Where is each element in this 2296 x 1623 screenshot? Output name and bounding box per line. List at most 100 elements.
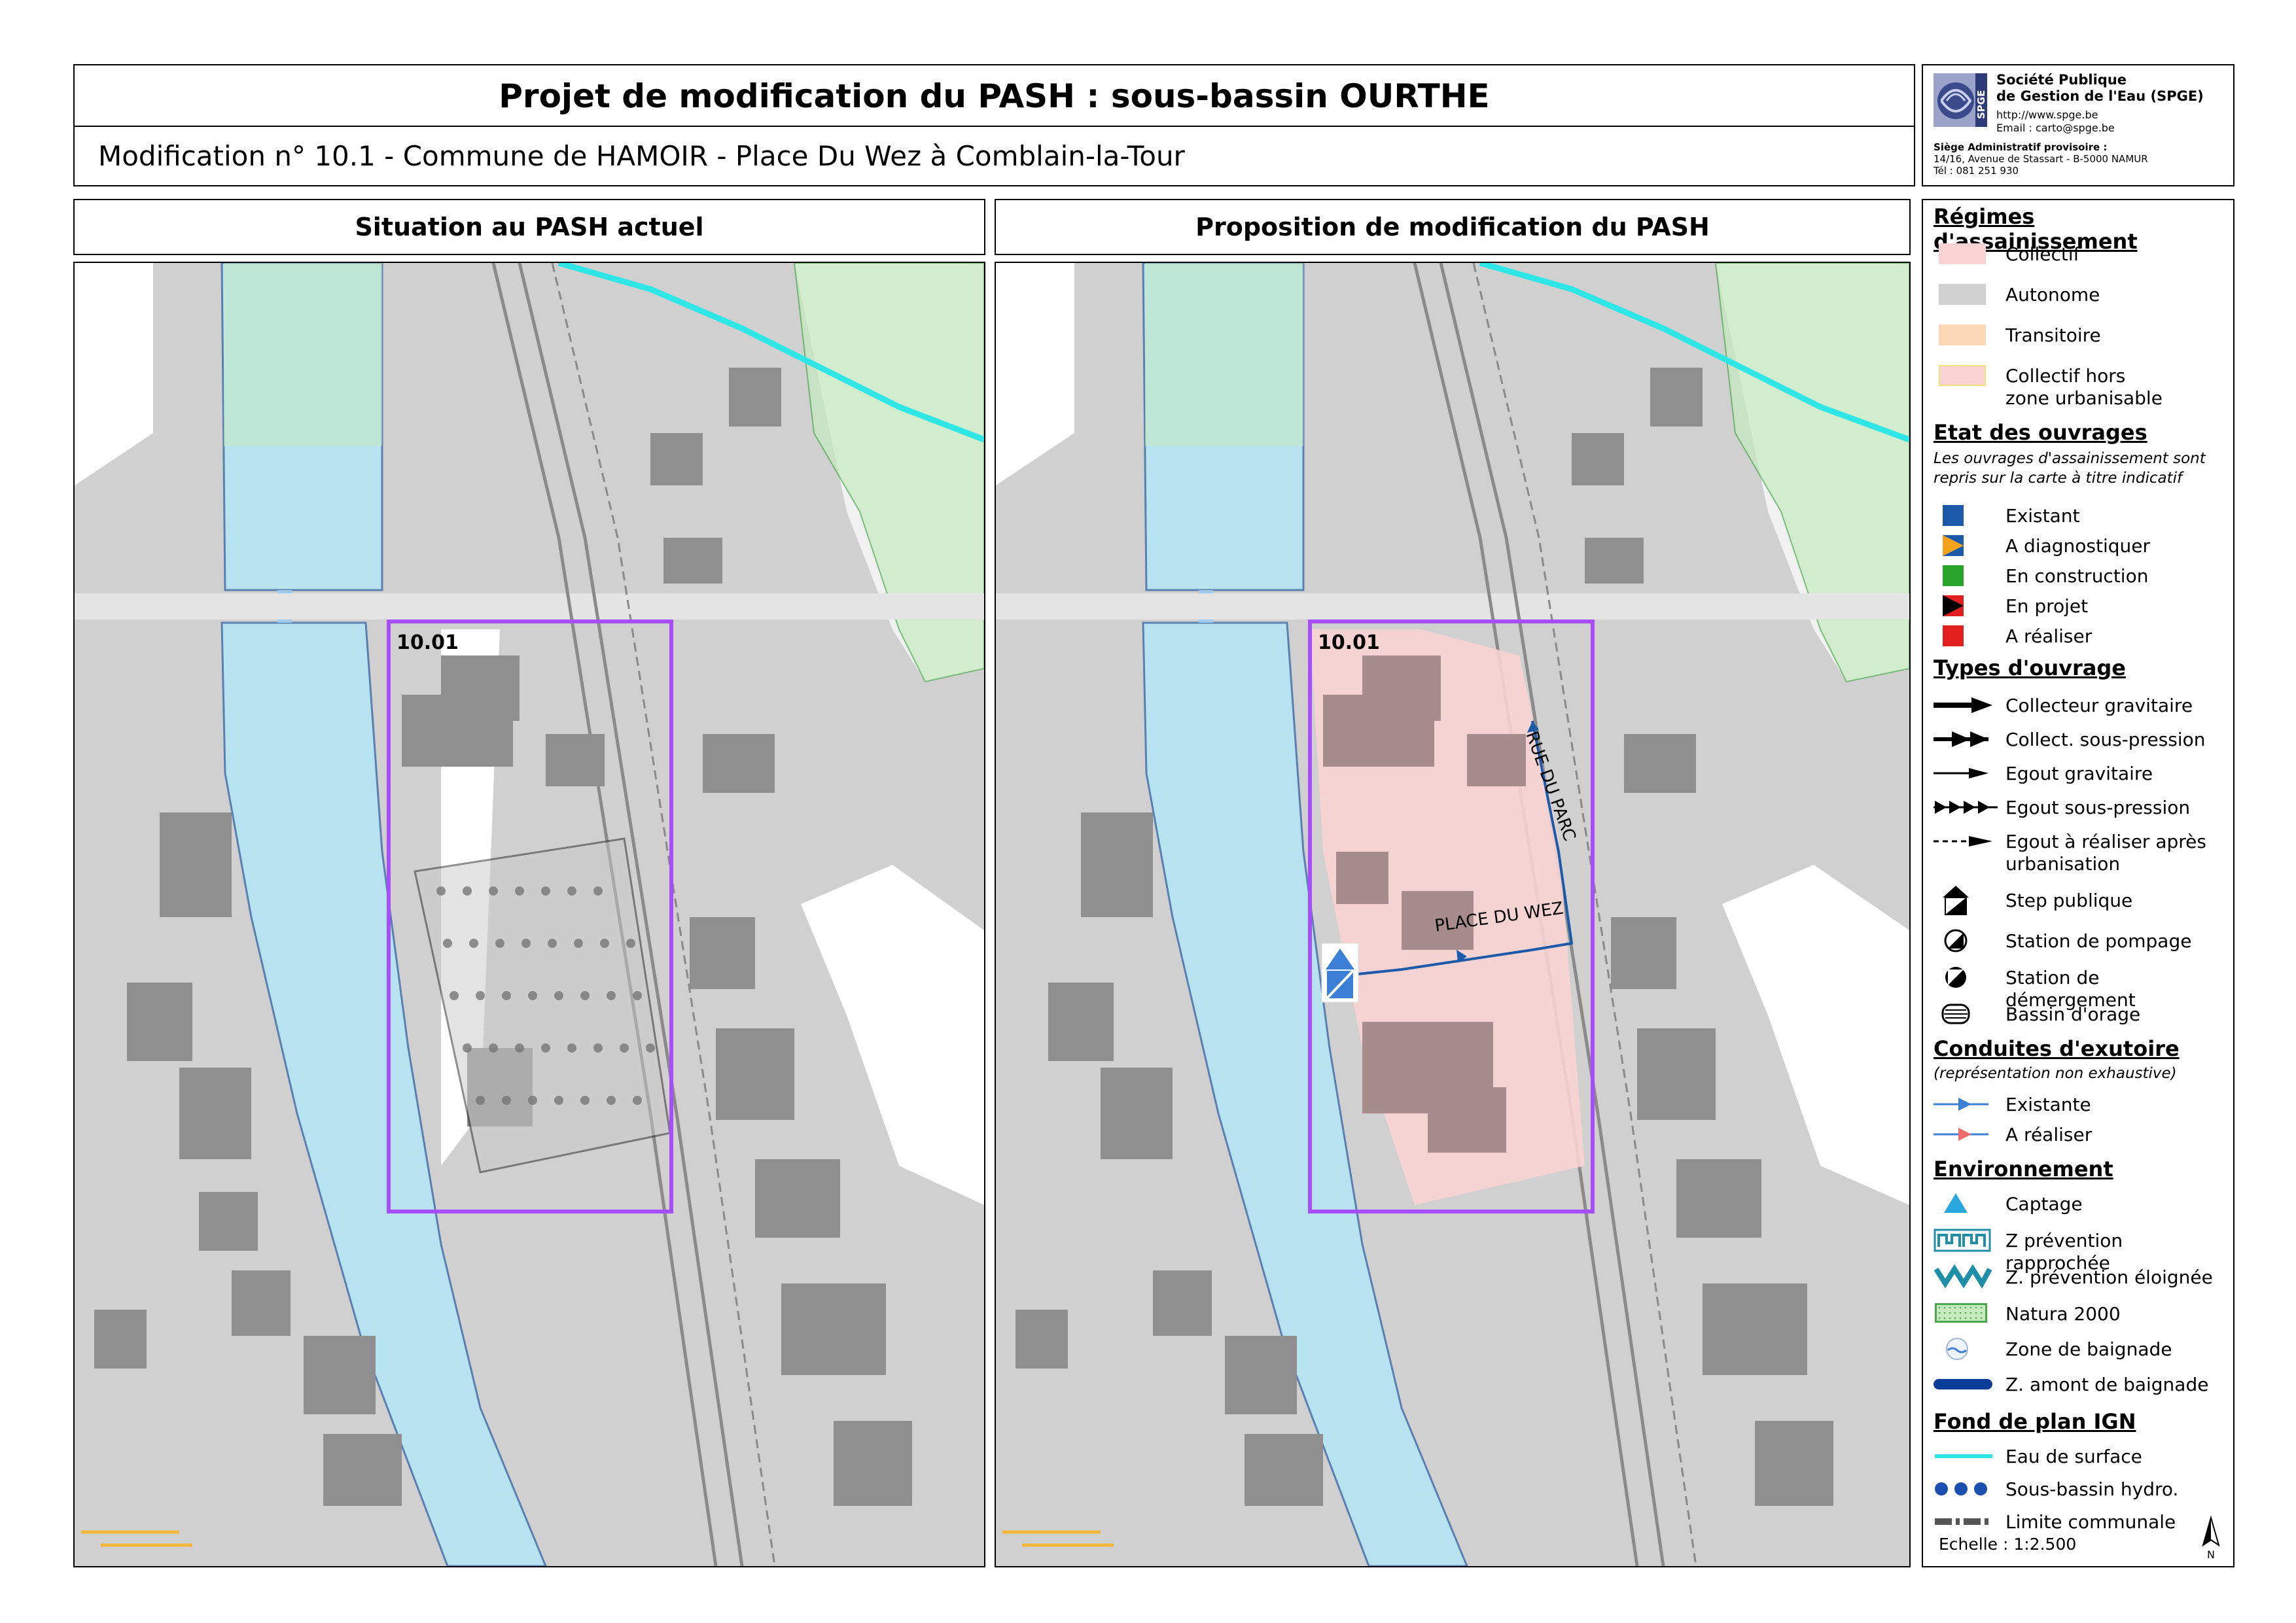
legend-label: Z. prévention éloignée — [2005, 1266, 2213, 1288]
conduite-existante-arrow-icon — [1932, 1091, 1995, 1117]
captage-triangle-icon — [1932, 1191, 1995, 1217]
legend-label: En construction — [2005, 565, 2149, 587]
legend-item-collectif: Collectif — [1932, 241, 2227, 267]
legend-label: Autonome — [2005, 284, 2100, 305]
spge-name: Société Publique de Gestion de l'Eau (SP… — [1996, 72, 2204, 105]
legend-label: Zone de baignade — [2005, 1338, 2172, 1360]
collect-sous-pression-line-icon — [1932, 726, 1995, 752]
legend-item-natura-2000: Natura 2000 — [1932, 1300, 2227, 1327]
legend-item-collecteur-gravitaire: Collecteur gravitaire — [1932, 692, 2227, 718]
legend-item-step-publique: Step publique — [1932, 884, 2227, 916]
legend-heading-types: Types d'ouvrage — [1934, 655, 2126, 680]
legend-item-limite-communale: Limite communale — [1932, 1509, 2227, 1535]
legend-label: Collectif — [2005, 243, 2080, 265]
legend-note-line: Les ouvrages d'assainissement sont — [1934, 450, 2206, 467]
legend-item-collectif-hors-zone: Collectif hors zone urbanisable — [1932, 362, 2227, 410]
legend-note-line: repris sur la carte à titre indicatif — [1934, 470, 2183, 487]
bassin-orage-icon — [1932, 1001, 1995, 1027]
natura-2000-swatch — [1932, 1300, 1995, 1327]
legend-item-z-amont-baignade: Z. amont de baignade — [1932, 1371, 2227, 1397]
legend-label: Z. amont de baignade — [2005, 1374, 2209, 1395]
autonome-swatch — [1932, 281, 1995, 307]
map-current-canvas: 10.01 — [75, 263, 984, 1566]
right-panel-title: Proposition de modification du PASH — [995, 199, 1911, 255]
spge-logo: SPGE — [1934, 73, 1987, 127]
collectif-hors-zone-swatch — [1932, 362, 1995, 389]
zone-label-left: 10.01 — [397, 631, 459, 654]
z-amont-baignade-line-icon — [1932, 1371, 1995, 1397]
egout-sous-pression-line-icon — [1932, 794, 1998, 820]
legend-item-conduite-existante: Existante — [1932, 1091, 2227, 1117]
zone-baignade-icon — [1932, 1336, 1995, 1362]
step-publique-icon — [1932, 884, 1995, 915]
legend-item-egout-a-realiser: Egout à réaliser après urbanisation — [1932, 828, 2227, 877]
legend-label: Station de pompage — [2005, 930, 2192, 952]
legend-item-autonome: Autonome — [1932, 281, 2227, 307]
legend-label: Collectif hors zone urbanisable — [2005, 365, 2163, 410]
z-prevention-rapprochee-icon — [1932, 1227, 1995, 1253]
legend-item-captage: Captage — [1932, 1191, 2227, 1217]
legend-item-transitoire: Transitoire — [1932, 322, 2227, 348]
legend-item-a-realiser: A réaliser — [1932, 623, 2227, 649]
legend-label: Egout à réaliser après urbanisation — [2005, 831, 2206, 875]
map-proposed[interactable]: RUE DU PARC PLACE DU WEZ 10.01 — [995, 262, 1911, 1567]
legend-panel: Régimes d'assainissement Collectif Auton… — [1922, 199, 2234, 1567]
collectif-swatch — [1932, 241, 1995, 267]
collecteur-gravitaire-line-icon — [1932, 692, 1995, 718]
spge-website[interactable]: http://www.spge.be — [1996, 109, 2115, 122]
en-construction-square-icon — [1932, 563, 1995, 589]
legend-label: Existant — [2005, 505, 2080, 527]
legend-item-egout-gravitaire: Egout gravitaire — [1932, 760, 2227, 786]
legend-item-egout-sous-pression: Egout sous-pression — [1932, 794, 2227, 820]
egout-a-realiser-line-icon — [1932, 828, 1995, 854]
spge-email[interactable]: Email : carto@spge.be — [1996, 122, 2115, 135]
spge-contact: http://www.spge.be Email : carto@spge.be — [1996, 109, 2115, 135]
station-demergement-icon — [1932, 964, 1995, 990]
legend-label: Existante — [2005, 1094, 2091, 1115]
legend-heading-fond: Fond de plan IGN — [1934, 1409, 2136, 1434]
legend-item-station-pompage: Station de pompage — [1932, 928, 2227, 954]
legend-heading-environnement: Environnement — [1934, 1157, 2113, 1181]
legend-label: Sous-bassin hydro. — [2005, 1478, 2179, 1500]
north-label: N — [2207, 1548, 2215, 1561]
legend-item-z-prevention-eloignee: Z. prévention éloignée — [1932, 1264, 2227, 1290]
zone-label-right: 10.01 — [1318, 631, 1380, 654]
spge-address: 14/16, Avenue de Stassart - B-5000 NAMUR — [1934, 153, 2148, 165]
legend-label: Collecteur gravitaire — [2005, 695, 2193, 716]
legend-item-en-projet: En projet — [1932, 593, 2227, 619]
legend-note-etat: Les ouvrages d'assainissement sont repri… — [1934, 449, 2206, 488]
limite-communale-line-icon — [1932, 1509, 1995, 1535]
map-current[interactable]: 10.01 — [73, 262, 985, 1567]
legend-item-zone-baignade: Zone de baignade — [1932, 1336, 2227, 1362]
map-proposed-canvas: RUE DU PARC PLACE DU WEZ 10.01 — [996, 263, 1909, 1566]
legend-heading-conduites: Conduites d'exutoire — [1934, 1036, 2180, 1061]
legend-label-line: zone urbanisable — [2005, 387, 2163, 409]
legend-label-line: Egout à réaliser après — [2005, 831, 2206, 852]
legend-label: En projet — [2005, 595, 2089, 617]
left-panel-title: Situation au PASH actuel — [73, 199, 985, 255]
spge-name-line2: de Gestion de l'Eau (SPGE) — [1996, 88, 2204, 104]
legend-item-eau-surface: Eau de surface — [1932, 1443, 2227, 1469]
en-projet-icon — [1932, 593, 1995, 619]
legend-note-conduites: (représentation non exhaustive) — [1934, 1065, 2177, 1082]
eau-surface-line-icon — [1932, 1443, 1995, 1469]
page-subtitle: Modification n° 10.1 - Commune de HAMOIR… — [73, 126, 1915, 186]
north-arrow-icon: N — [2202, 1515, 2220, 1561]
spge-logo-text: SPGE — [1975, 90, 1987, 119]
egout-gravitaire-line-icon — [1932, 760, 1995, 786]
legend-label: Limite communale — [2005, 1511, 2176, 1533]
step-publique-symbol[interactable] — [1321, 943, 1359, 1003]
legend-label: A réaliser — [2005, 1124, 2093, 1145]
legend-label-line: Collectif hors — [2005, 365, 2126, 387]
legend-label: Transitoire — [2005, 324, 2101, 346]
legend-item-en-construction: En construction — [1932, 563, 2227, 589]
conduite-a-realiser-arrow-icon — [1932, 1121, 1995, 1147]
station-pompage-icon — [1932, 928, 1995, 954]
legend-label: A réaliser — [2005, 625, 2093, 647]
legend-label: A diagnostiquer — [2005, 535, 2151, 557]
spge-address-block: Siège Administratif provisoire : 14/16, … — [1934, 141, 2148, 177]
legend-item-sous-bassin: Sous-bassin hydro. — [1932, 1476, 2227, 1502]
legend-label: Eau de surface — [2005, 1446, 2142, 1467]
legend-label-line: urbanisation — [2005, 853, 2121, 875]
spge-phone: Tél : 081 251 930 — [1934, 165, 2019, 177]
